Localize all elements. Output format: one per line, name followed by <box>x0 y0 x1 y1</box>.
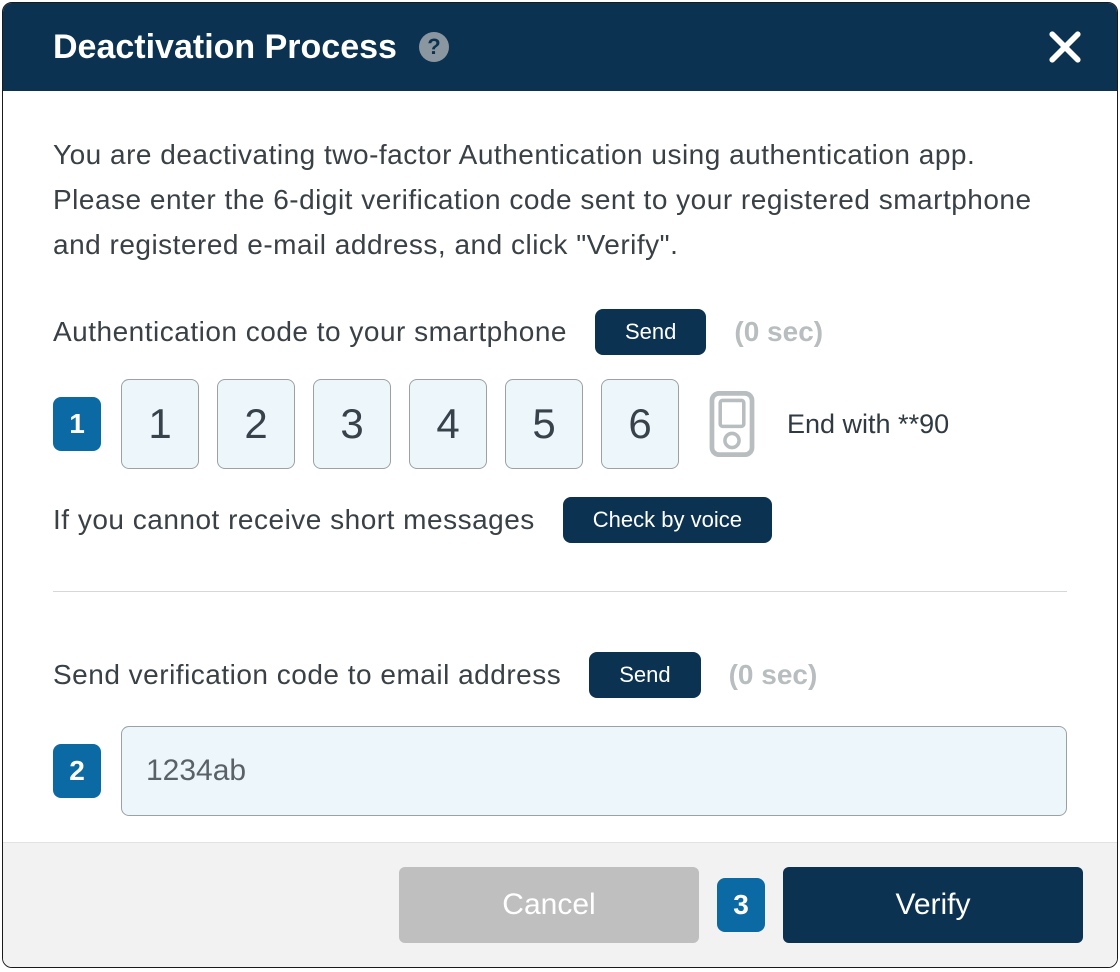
verify-button[interactable]: Verify <box>783 867 1083 943</box>
phone-digit-group: 1 2 3 4 5 6 <box>121 379 679 469</box>
step-badge-2: 2 <box>53 744 101 798</box>
modal-title: Deactivation Process <box>53 28 397 67</box>
deactivation-modal: Deactivation Process ? You are deactivat… <box>2 2 1118 968</box>
phone-label: Authentication code to your smartphone <box>53 316 567 348</box>
phone-timer: (0 sec) <box>734 316 823 348</box>
email-section-header: Send verification code to email address … <box>53 652 1067 698</box>
phone-digit-6[interactable]: 6 <box>601 379 679 469</box>
phone-digit-2[interactable]: 2 <box>217 379 295 469</box>
step-badge-3: 3 <box>717 878 765 932</box>
phone-icon <box>707 391 757 457</box>
voice-hint: If you cannot receive short messages <box>53 504 535 536</box>
email-label: Send verification code to email address <box>53 659 561 691</box>
phone-code-row: 1 1 2 3 4 5 6 End with **90 <box>53 379 1067 469</box>
voice-row: If you cannot receive short messages Che… <box>53 497 1067 543</box>
close-icon <box>1048 30 1082 64</box>
phone-section-header: Authentication code to your smartphone S… <box>53 309 1067 355</box>
step-badge-1: 1 <box>53 397 101 451</box>
modal-body: You are deactivating two-factor Authenti… <box>3 91 1117 842</box>
help-icon[interactable]: ? <box>419 32 449 62</box>
modal-footer: Cancel 3 Verify <box>3 842 1117 967</box>
email-code-row: 2 <box>53 726 1067 816</box>
phone-hint: End with **90 <box>787 409 949 440</box>
section-divider <box>53 591 1067 592</box>
phone-digit-3[interactable]: 3 <box>313 379 391 469</box>
email-timer: (0 sec) <box>729 659 818 691</box>
send-email-button[interactable]: Send <box>589 652 700 698</box>
phone-digit-1[interactable]: 1 <box>121 379 199 469</box>
cancel-button[interactable]: Cancel <box>399 867 699 943</box>
modal-header: Deactivation Process ? <box>3 3 1117 91</box>
check-by-voice-button[interactable]: Check by voice <box>563 497 772 543</box>
phone-digit-5[interactable]: 5 <box>505 379 583 469</box>
email-code-input[interactable] <box>121 726 1067 816</box>
close-button[interactable] <box>1043 25 1087 69</box>
send-phone-button[interactable]: Send <box>595 309 706 355</box>
phone-digit-4[interactable]: 4 <box>409 379 487 469</box>
intro-text: You are deactivating two-factor Authenti… <box>53 133 1067 267</box>
